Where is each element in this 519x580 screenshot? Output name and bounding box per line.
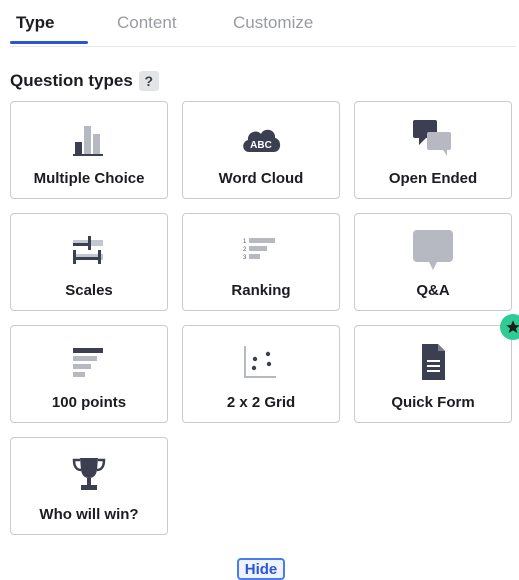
svg-text:3: 3	[243, 255, 247, 261]
card-scales[interactable]: Scales	[10, 213, 168, 311]
card-2x2-grid[interactable]: 2 x 2 Grid	[182, 325, 340, 423]
card-open-ended[interactable]: Open Ended	[354, 101, 512, 199]
svg-text:2: 2	[243, 247, 247, 253]
card-word-cloud[interactable]: ABC Word Cloud	[182, 101, 340, 199]
card-label: Open Ended	[388, 170, 478, 187]
card-label: Ranking	[231, 282, 291, 299]
premium-star-icon	[500, 314, 519, 340]
svg-text:ABC: ABC	[250, 140, 272, 151]
card-label: 2 x 2 Grid	[226, 394, 296, 411]
hide-button[interactable]: Hide	[237, 558, 285, 580]
speech-bubble-icon	[411, 230, 455, 270]
bar-chart-icon	[67, 118, 111, 158]
card-label: Scales	[65, 282, 113, 299]
card-label: Q&A	[416, 282, 450, 299]
tab-type[interactable]: Type	[16, 12, 54, 34]
card-qa[interactable]: Q&A	[354, 213, 512, 311]
card-who-will-win[interactable]: Who will win?	[10, 437, 168, 535]
sliders-icon	[67, 230, 111, 270]
card-label: Word Cloud	[218, 170, 304, 187]
card-multiple-choice[interactable]: Multiple Choice	[10, 101, 168, 199]
card-label: Who will win?	[39, 506, 139, 523]
cloud-abc-icon: ABC	[239, 118, 283, 158]
trophy-icon	[67, 454, 111, 494]
document-icon	[411, 342, 455, 382]
card-ranking[interactable]: 1 2 3 Ranking	[182, 213, 340, 311]
section-header: Question types ?	[10, 68, 159, 94]
svg-text:1: 1	[243, 239, 247, 245]
tab-bar: Type Content Customize	[10, 0, 516, 47]
tab-customize[interactable]: Customize	[233, 12, 313, 34]
section-title: Question types	[10, 71, 133, 90]
card-label: Multiple Choice	[33, 170, 145, 187]
ranking-bars-icon: 1 2 3	[239, 230, 283, 270]
speech-bubbles-icon	[411, 118, 455, 158]
tab-content[interactable]: Content	[117, 12, 177, 34]
scatter-grid-icon	[239, 342, 283, 382]
card-quick-form[interactable]: Quick Form	[354, 325, 512, 423]
card-100-points[interactable]: 100 points	[10, 325, 168, 423]
active-tab-indicator	[10, 41, 88, 44]
card-label: 100 points	[51, 394, 127, 411]
horizontal-bars-icon	[67, 342, 111, 382]
card-label: Quick Form	[391, 394, 475, 411]
help-icon[interactable]: ?	[138, 71, 159, 91]
